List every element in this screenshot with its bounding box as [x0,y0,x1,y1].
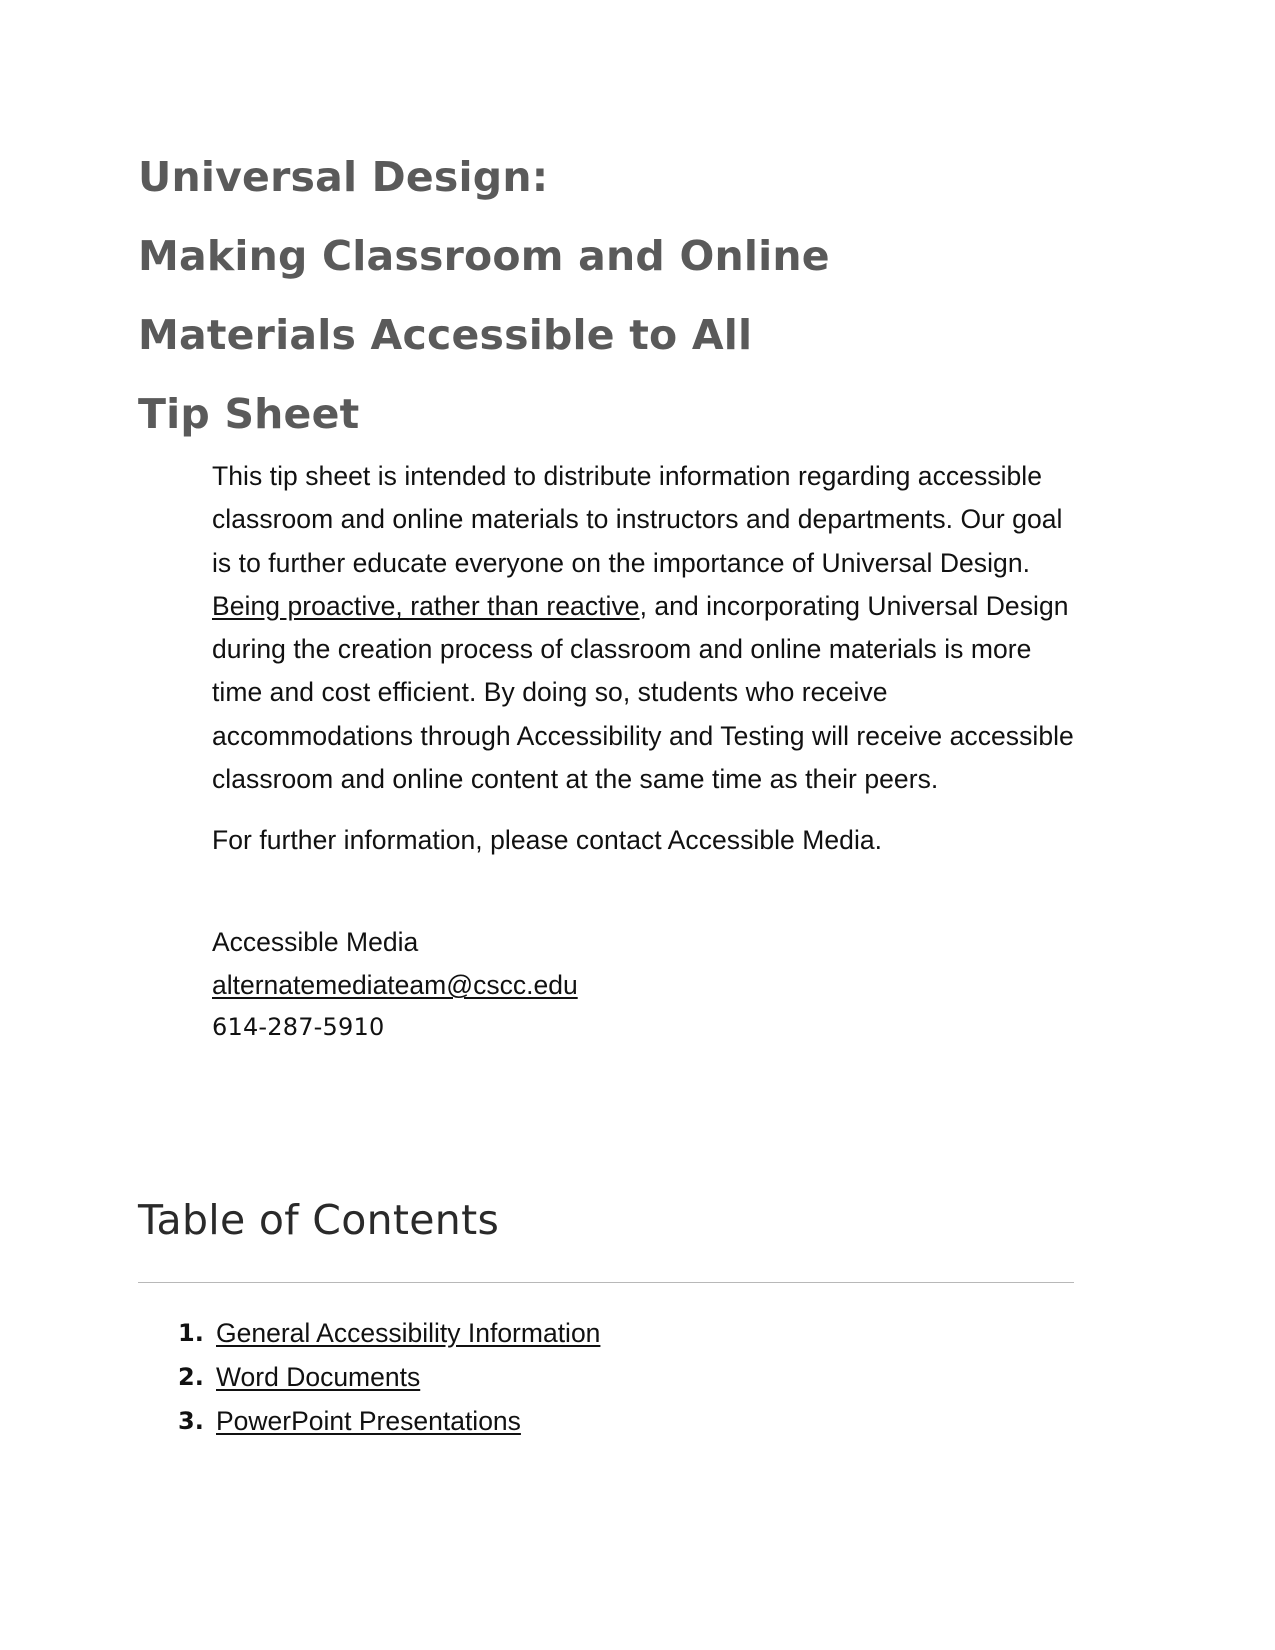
contact-email-link[interactable]: alternatemediateam@cscc.edu [212,964,578,1007]
toc-item-number: 3. [178,1407,204,1435]
table-of-contents: Table of Contents 1. General Accessibili… [138,1192,1074,1443]
toc-divider [138,1282,1074,1283]
toc-item-link[interactable]: General Accessibility Information [216,1318,600,1348]
toc-heading: Table of Contents [138,1196,500,1244]
title-line-2: Making Classroom and Online [138,232,830,280]
title-line-3: Materials Accessible to All [138,311,753,359]
title-line-1: Universal Design: [138,153,549,201]
contact-email-row: alternatemediateam@cscc.edu [212,964,1074,1007]
toc-item-link[interactable]: Word Documents [216,1362,420,1392]
title-line-4: Tip Sheet [138,390,360,438]
document-page: Universal Design: Making Classroom and O… [0,0,1275,1650]
intro-emphasis-phrase: Being proactive, rather than reactive [212,590,640,621]
intro-paragraph-part2: , and incorporating Universal Design dur… [212,590,1074,795]
toc-item-number: 2. [178,1363,204,1391]
toc-list-item[interactable]: 2. Word Documents [138,1355,1074,1399]
contact-phone: 614-287-5910 [212,1013,385,1042]
toc-list-item[interactable]: 1. General Accessibility Information [138,1311,1074,1355]
intro-paragraph-part1: This tip sheet is intended to distribute… [212,461,1063,578]
toc-item-link[interactable]: PowerPoint Presentations [216,1406,521,1436]
toc-list-item[interactable]: 3. PowerPoint Presentations [138,1399,1074,1443]
toc-item-number: 1. [178,1319,204,1347]
contact-sentence: For further information, please contact … [212,825,883,856]
intro-section: This tip sheet is intended to distribute… [212,455,1074,1047]
intro-paragraph: This tip sheet is intended to distribute… [212,455,1074,801]
document-title: Universal Design: Making Classroom and O… [138,138,1098,454]
toc-list: 1. General Accessibility Information 2. … [138,1311,1074,1443]
contact-department: Accessible Media [212,926,419,957]
